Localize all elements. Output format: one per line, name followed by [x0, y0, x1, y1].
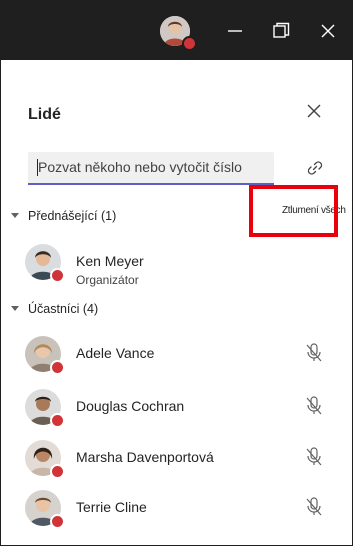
participant-row[interactable]: Douglas Cochran — [25, 389, 345, 433]
minimize-button[interactable] — [223, 19, 247, 43]
presence-busy-icon — [50, 514, 65, 529]
attendees-header-label: Účastníci (4) — [28, 302, 99, 316]
highlight-box — [249, 185, 338, 237]
presenters-section-header[interactable]: Přednášející (1) — [11, 209, 116, 223]
text-caret — [37, 159, 38, 176]
participant-row[interactable]: Marsha Davenportová — [25, 440, 345, 484]
invite-input[interactable] — [28, 152, 268, 181]
invite-search-box[interactable] — [28, 152, 274, 185]
presence-busy-icon — [50, 464, 65, 479]
participant-name: Douglas Cochran — [76, 398, 185, 414]
mic-off-icon[interactable] — [304, 342, 324, 364]
presenters-header-label: Přednášející (1) — [28, 209, 117, 223]
presence-busy-icon — [50, 268, 65, 283]
close-icon — [321, 24, 335, 38]
close-icon — [307, 104, 321, 118]
restore-button[interactable] — [269, 19, 293, 43]
mic-off-icon[interactable] — [304, 496, 324, 518]
teams-window: Lidé Přednášející (1) Ztlumení všech — [0, 0, 353, 546]
panel-close-button[interactable] — [303, 100, 325, 122]
participant-row[interactable]: Terrie Cline — [25, 490, 345, 534]
restore-icon — [273, 22, 290, 38]
title-bar — [1, 1, 352, 60]
participant-row[interactable]: Adele Vance — [25, 336, 345, 380]
participant-row[interactable]: Ken Meyer Organizátor — [25, 244, 345, 288]
participant-name: Marsha Davenportová — [76, 449, 214, 465]
minimize-icon — [228, 30, 242, 32]
people-panel: Lidé Přednášející (1) Ztlumení všech — [1, 60, 352, 545]
presence-busy-icon — [182, 36, 197, 51]
collapse-triangle-icon — [11, 306, 19, 311]
participant-name: Terrie Cline — [76, 499, 147, 515]
participant-name: Adele Vance — [76, 345, 155, 361]
presence-busy-icon — [50, 360, 65, 375]
profile-avatar[interactable] — [160, 16, 197, 51]
share-link-button[interactable] — [304, 157, 326, 179]
attendees-section-header[interactable]: Účastníci (4) — [11, 302, 98, 316]
panel-title: Lidé — [28, 106, 61, 123]
presence-busy-icon — [50, 413, 65, 428]
mic-off-icon[interactable] — [304, 446, 324, 468]
window-close-button[interactable] — [316, 19, 340, 43]
link-icon — [307, 161, 323, 175]
mic-off-icon[interactable] — [304, 395, 324, 417]
collapse-triangle-icon — [11, 213, 19, 218]
participant-name: Ken Meyer — [76, 253, 144, 269]
participant-role: Organizátor — [76, 273, 139, 287]
